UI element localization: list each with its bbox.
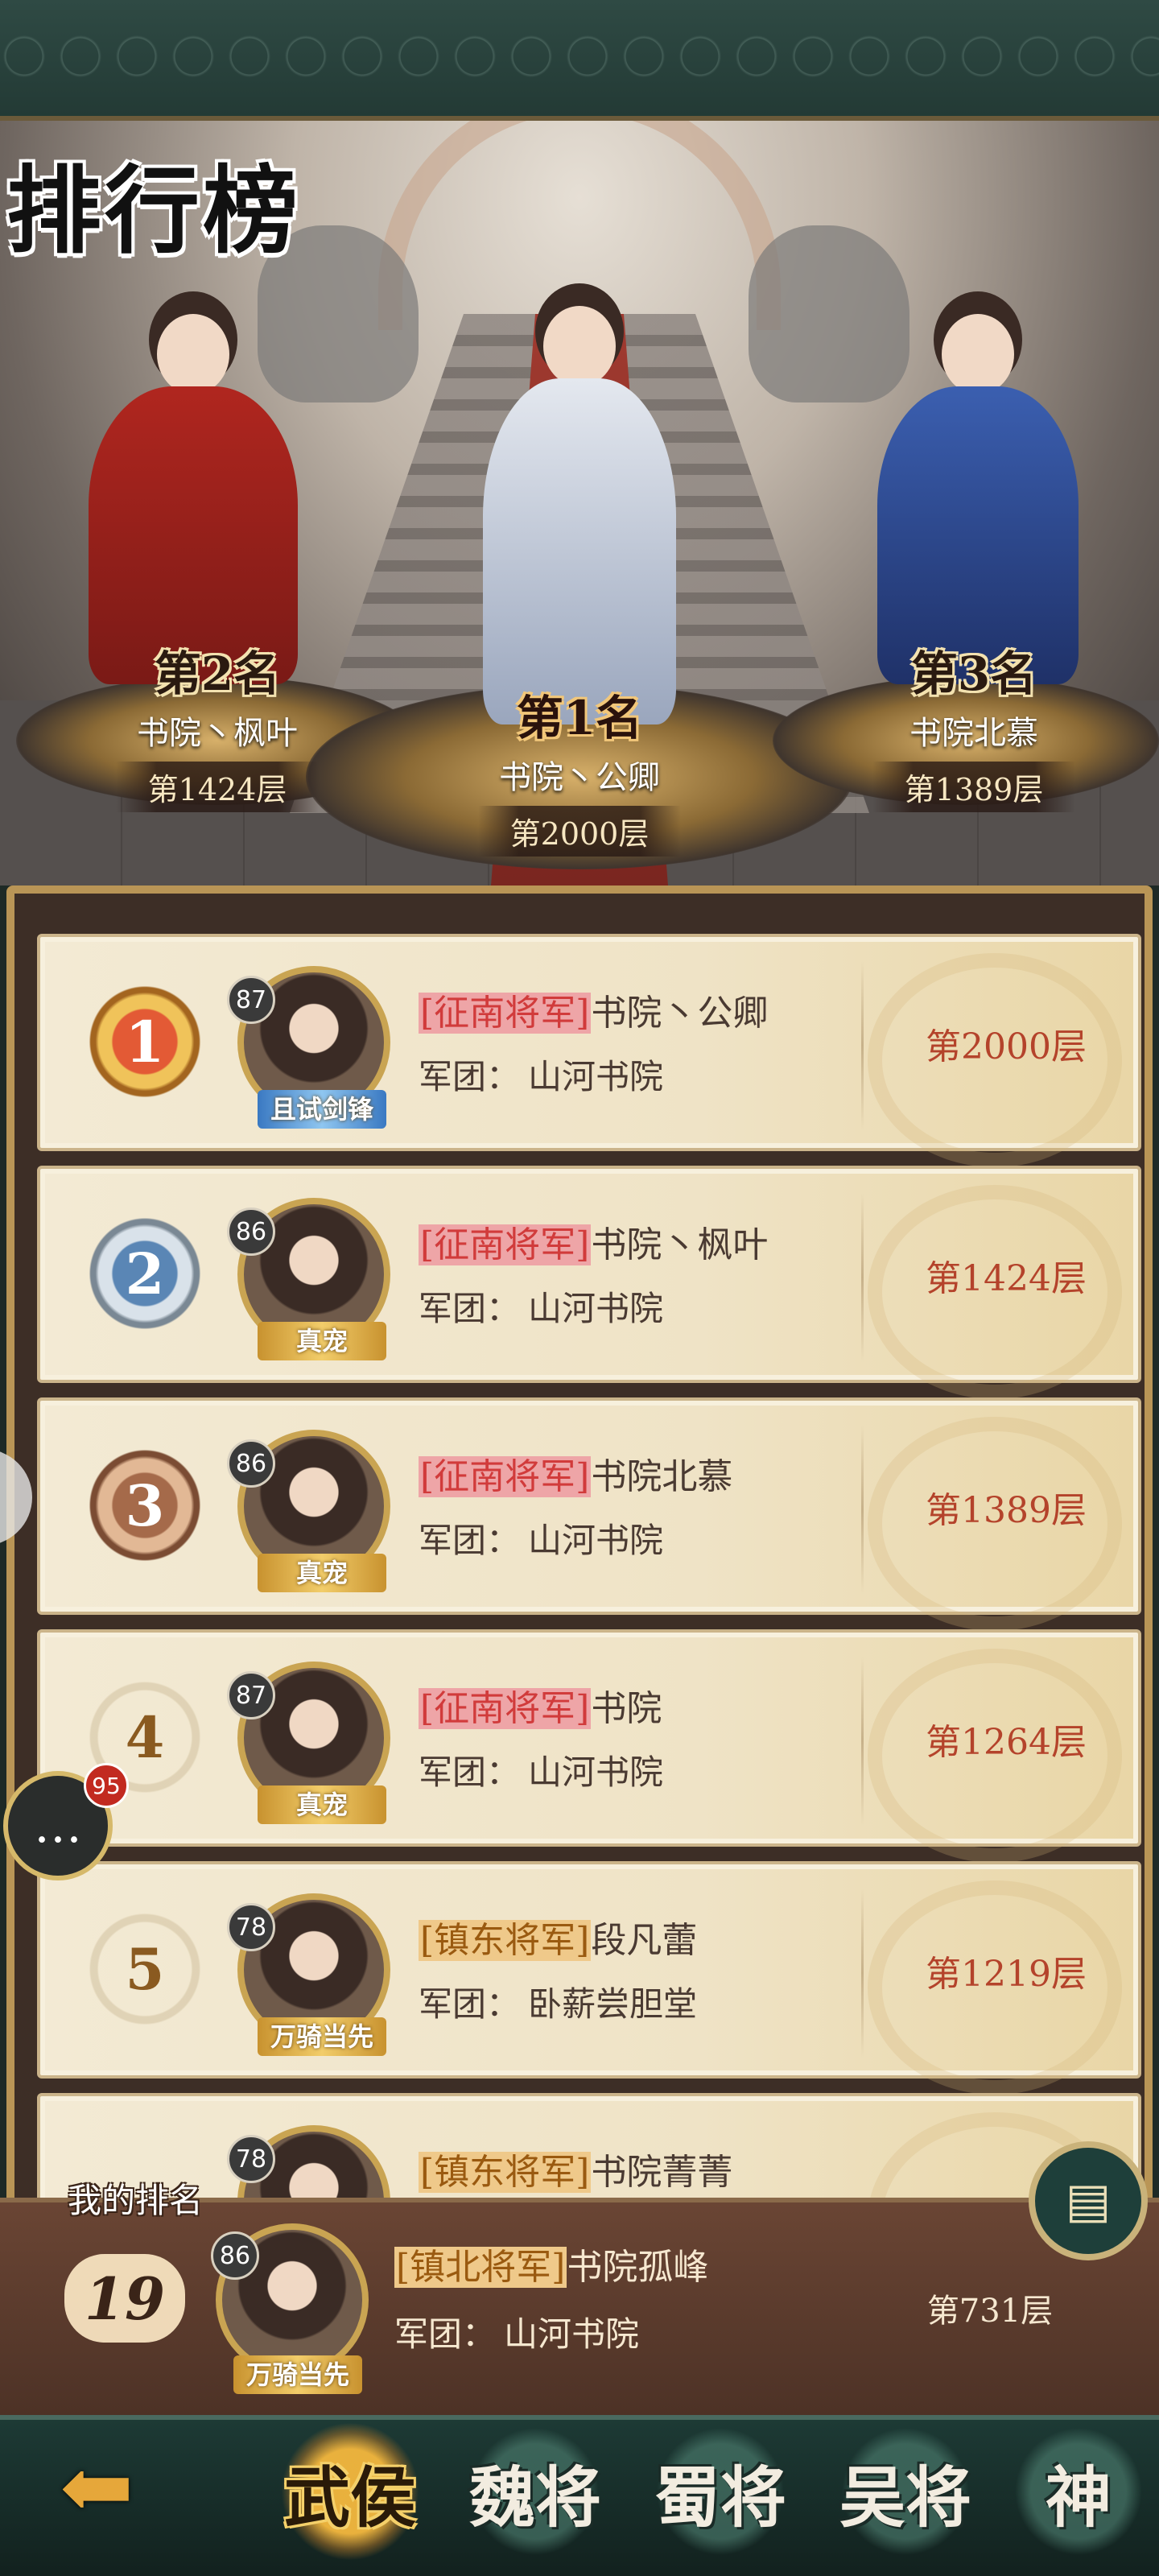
level-badge: 78 [227, 2135, 275, 2183]
legion-line: 军团： 卧薪尝胆堂 [419, 1977, 697, 2026]
my-legion-line: 军团： 山河书院 [394, 2307, 639, 2356]
rank-number: 5 [89, 1913, 201, 2025]
podium-name-first: 书院丶公卿 [499, 759, 660, 796]
tab-wu[interactable]: 吴将 [825, 2423, 986, 2560]
level-badge: 86 [227, 1208, 275, 1256]
legion-name: 山河书院 [528, 1057, 664, 1096]
tab-shu[interactable]: 蜀将 [640, 2423, 801, 2560]
podium-label-first: 第1名 书院丶公卿 第2000层 [419, 680, 740, 857]
legion-label: 军团： [419, 1521, 521, 1560]
top-ornament-border [0, 0, 1159, 121]
player-name: 书院 [591, 1688, 662, 1729]
player-name: 书院丶公卿 [591, 993, 769, 1034]
hero-first-figure[interactable] [483, 306, 676, 724]
podium-label-third: 第3名 书院北慕 第1389层 [805, 636, 1143, 812]
player-name-line: [征南将军]书院北慕 [419, 1447, 732, 1499]
player-name-line: [征南将军]书院丶公卿 [419, 984, 768, 1035]
player-title: [征南将军] [419, 1456, 592, 1497]
podium-label-second: 第2名 书院丶枫叶 第1424层 [56, 636, 378, 812]
player-name: 书院丶枫叶 [591, 1224, 769, 1265]
rank-row[interactable]: 4 87 真宠 [征南将军]书院 军团： 山河书院 第1264层 [37, 1629, 1141, 1863]
my-rank-number: 19 [64, 2254, 185, 2343]
page-title: 排行榜 [6, 155, 302, 266]
legion-name: 卧薪尝胆堂 [528, 1984, 698, 2024]
my-legion-name: 山河书院 [504, 2314, 640, 2354]
avatar-tag: 真宠 [258, 1322, 386, 1360]
legion-label: 军团： [419, 1984, 521, 2024]
player-title: [镇东将军] [419, 2152, 592, 2193]
my-floor-value: 第731层 [926, 2293, 1054, 2330]
avatar-tag: 真宠 [258, 1785, 386, 1824]
podium-rank-third: 第3名 [910, 646, 1037, 701]
level-badge: 86 [227, 1439, 275, 1488]
player-title: [征南将军] [419, 993, 592, 1034]
avatar-tag: 且试剑锋 [258, 1090, 386, 1129]
rank-row[interactable]: 1 87 且试剑锋 [征南将军]书院丶公卿 军团： 山河书院 第2000层 [37, 934, 1141, 1167]
left-arrow-icon[interactable]: ⬅ [16, 2431, 177, 2544]
podium-floor-third: 第1389层 [872, 762, 1076, 812]
my-name: 书院孤峰 [567, 2247, 709, 2288]
player-name: 书院菁菁 [591, 2152, 733, 2193]
level-badge: 78 [227, 1903, 275, 1951]
player-name-line: [征南将军]书院丶枫叶 [419, 1216, 768, 1267]
legion-name: 山河书院 [528, 1289, 664, 1328]
legion-line: 军团： 山河书院 [419, 1282, 663, 1331]
floor-value: 第1264层 [926, 1722, 1087, 1763]
chat-unread-badge: 95 [84, 1763, 129, 1808]
legion-line: 军团： 山河书院 [419, 1745, 663, 1794]
hero-third-figure[interactable] [877, 314, 1079, 684]
player-name: 段凡蕾 [591, 1920, 698, 1961]
rank-row[interactable]: 3 86 真宠 [征南将军]书院北慕 军团： 山河书院 第1389层 [37, 1397, 1141, 1631]
podium-rank-first: 第1名 [516, 691, 643, 745]
tab-shen[interactable]: 神 [998, 2423, 1159, 2560]
player-title: [镇东将军] [419, 1920, 592, 1961]
legion-label: 军团： [419, 1752, 521, 1792]
my-level-badge: 86 [211, 2231, 259, 2280]
scroll-top-icon[interactable]: ▤ [1029, 2141, 1148, 2260]
rank-row[interactable]: 2 86 真宠 [征南将军]书院丶枫叶 军团： 山河书院 第1424层 [37, 1166, 1141, 1399]
floor-value: 第1389层 [926, 1490, 1087, 1531]
level-badge: 87 [227, 976, 275, 1024]
rank-medal-bronze: 3 [89, 1449, 201, 1562]
legion-name: 山河书院 [528, 1521, 664, 1560]
player-title: [征南将军] [419, 1688, 592, 1729]
rank-row[interactable]: 5 78 万骑当先 [镇东将军]段凡蕾 军团： 卧薪尝胆堂 第1219层 [37, 1861, 1141, 2095]
my-rank-label: 我的排名 [68, 2181, 204, 2220]
player-name-line: [镇东将军]段凡蕾 [419, 1911, 697, 1963]
podium-floor-first: 第2000层 [477, 806, 682, 857]
player-name-line: [征南将军]书院 [419, 1679, 662, 1731]
rank-medal-gold: 1 [89, 985, 201, 1098]
podium-rank-second: 第2名 [154, 646, 281, 701]
tab-wei[interactable]: 魏将 [455, 2423, 616, 2560]
floor-value: 第1219层 [926, 1954, 1087, 1995]
player-title: [征南将军] [419, 1224, 592, 1265]
level-badge: 87 [227, 1671, 275, 1719]
podium-floor-second: 第1424层 [115, 762, 320, 812]
my-avatar-tag: 万骑当先 [233, 2355, 362, 2394]
my-title: [镇北将军] [394, 2247, 567, 2288]
tab-wuhou[interactable]: 武侯 [270, 2423, 431, 2560]
floor-value: 第2000层 [926, 1026, 1087, 1067]
player-name-line: [镇东将军]书院菁菁 [419, 2143, 732, 2194]
legion-line: 军团： 山河书院 [419, 1050, 663, 1099]
podium-name-second: 书院丶枫叶 [137, 715, 298, 752]
lion-statue-right [749, 225, 909, 402]
podium-name-third: 书院北慕 [909, 715, 1038, 752]
ranking-list[interactable]: 1 87 且试剑锋 [征南将军]书院丶公卿 军团： 山河书院 第2000层 2 8… [6, 886, 1153, 2206]
avatar-tag: 真宠 [258, 1554, 386, 1592]
legion-label: 军团： [419, 1289, 521, 1328]
my-name-line: [镇北将军]书院孤峰 [394, 2238, 708, 2289]
hero-second-figure[interactable] [89, 314, 298, 684]
avatar-tag: 万骑当先 [258, 2017, 386, 2056]
my-legion-label: 军团： [394, 2314, 497, 2354]
floor-value: 第1424层 [926, 1258, 1087, 1299]
player-name: 书院北慕 [591, 1456, 733, 1497]
legion-label: 军团： [419, 1057, 521, 1096]
legion-name: 山河书院 [528, 1752, 664, 1792]
legion-line: 军团： 山河书院 [419, 1513, 663, 1563]
rank-medal-silver: 2 [89, 1217, 201, 1330]
